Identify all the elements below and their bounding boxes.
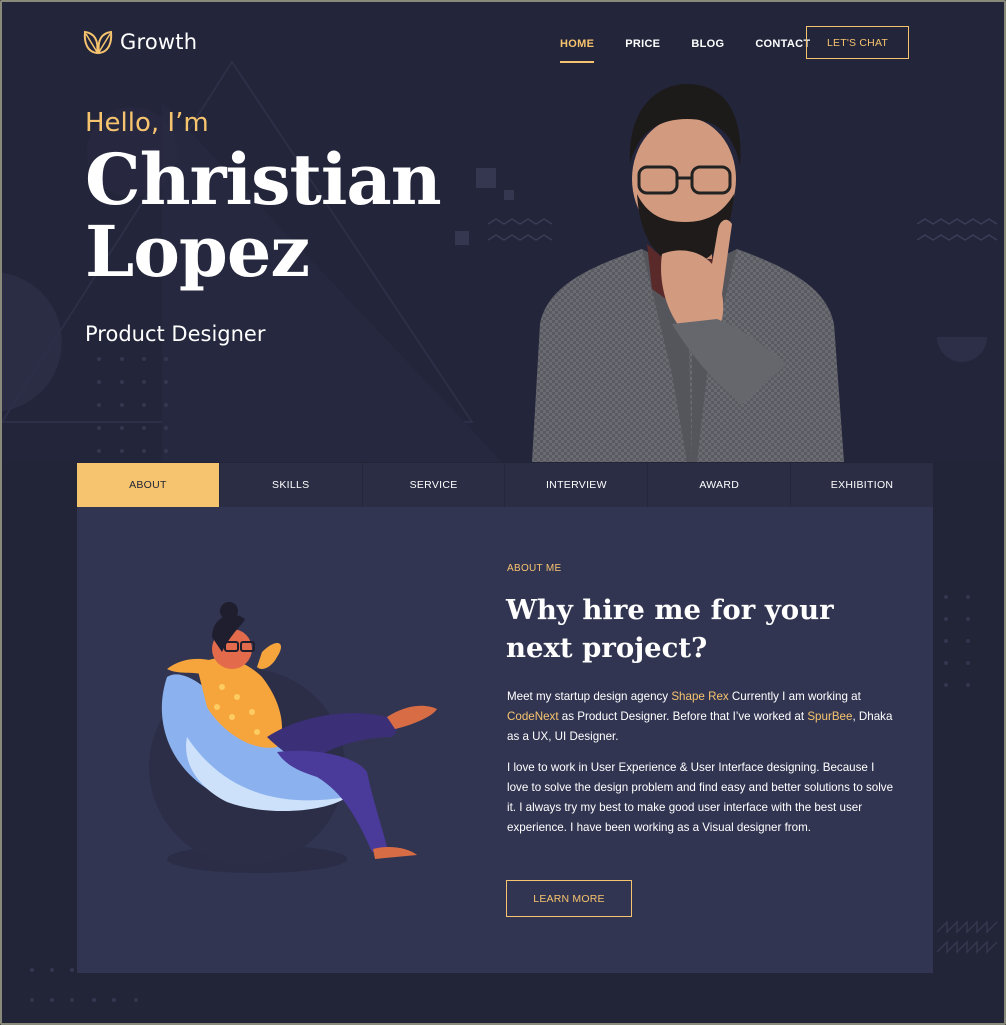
bg-zigzag-4	[916, 234, 998, 241]
bg-dots-bottom-left	[30, 968, 138, 1002]
top-navigation: Growth HOME PRICE BLOG CONTACT LET'S CHA…	[2, 2, 1004, 82]
para1-text-1: Meet my startup design agency	[507, 690, 672, 703]
page-frame: Growth HOME PRICE BLOG CONTACT LET'S CHA…	[0, 0, 1006, 1025]
leaf-icon	[83, 30, 113, 55]
nav-item-home[interactable]: HOME	[560, 38, 595, 63]
learn-more-button[interactable]: LEARN MORE	[506, 880, 632, 917]
logo-link[interactable]: Growth	[82, 28, 197, 56]
about-panel: ABOUT ME Why hire me for your next proje…	[77, 507, 933, 973]
bg-square-2	[504, 190, 514, 200]
hero-greeting: Hello, I’m	[85, 108, 209, 138]
about-me-label: ABOUT ME	[507, 563, 562, 574]
link-spurbee[interactable]: SpurBee	[807, 710, 852, 723]
lets-chat-button[interactable]: LET'S CHAT	[806, 26, 909, 59]
about-paragraph-1: Meet my startup design agency Shape Rex …	[507, 687, 897, 747]
about-paragraph-2: I love to work in User Experience & User…	[507, 761, 894, 834]
hero-name: Christian Lopez	[85, 144, 442, 288]
bg-square-3	[455, 231, 469, 245]
hero-first-name: Christian	[85, 138, 442, 221]
para1-text-2: Currently I am working at	[728, 690, 861, 703]
nav-item-blog[interactable]: BLOG	[691, 38, 724, 50]
nav-item-contact[interactable]: CONTACT	[755, 38, 810, 50]
bg-zigzag-bottom-1	[936, 940, 998, 954]
about-title: Why hire me for your next project?	[506, 594, 834, 664]
bg-dots-grid	[97, 357, 168, 453]
nav-menu: HOME PRICE BLOG CONTACT	[560, 38, 841, 63]
portrait-image	[532, 84, 844, 462]
hero-last-name: Lopez	[85, 210, 310, 293]
hero-role: Product Designer	[85, 322, 266, 346]
bg-zigzag-bottom-2	[936, 920, 998, 934]
bg-half-circle	[937, 337, 987, 362]
relaxing-person-illustration	[149, 602, 437, 873]
nav-item-price[interactable]: PRICE	[625, 38, 660, 50]
logo-text: Growth	[120, 30, 198, 54]
bg-zigzag-3	[916, 218, 998, 225]
link-shape-rex[interactable]: Shape Rex	[671, 690, 728, 703]
hero-section: Growth HOME PRICE BLOG CONTACT LET'S CHA…	[2, 2, 1004, 462]
link-codenext[interactable]: CodeNext	[507, 710, 559, 723]
para1-text-3: as Product Designer. Before that I’ve wo…	[558, 710, 808, 723]
bg-dots-right	[944, 595, 970, 687]
bg-square-1	[476, 168, 496, 188]
